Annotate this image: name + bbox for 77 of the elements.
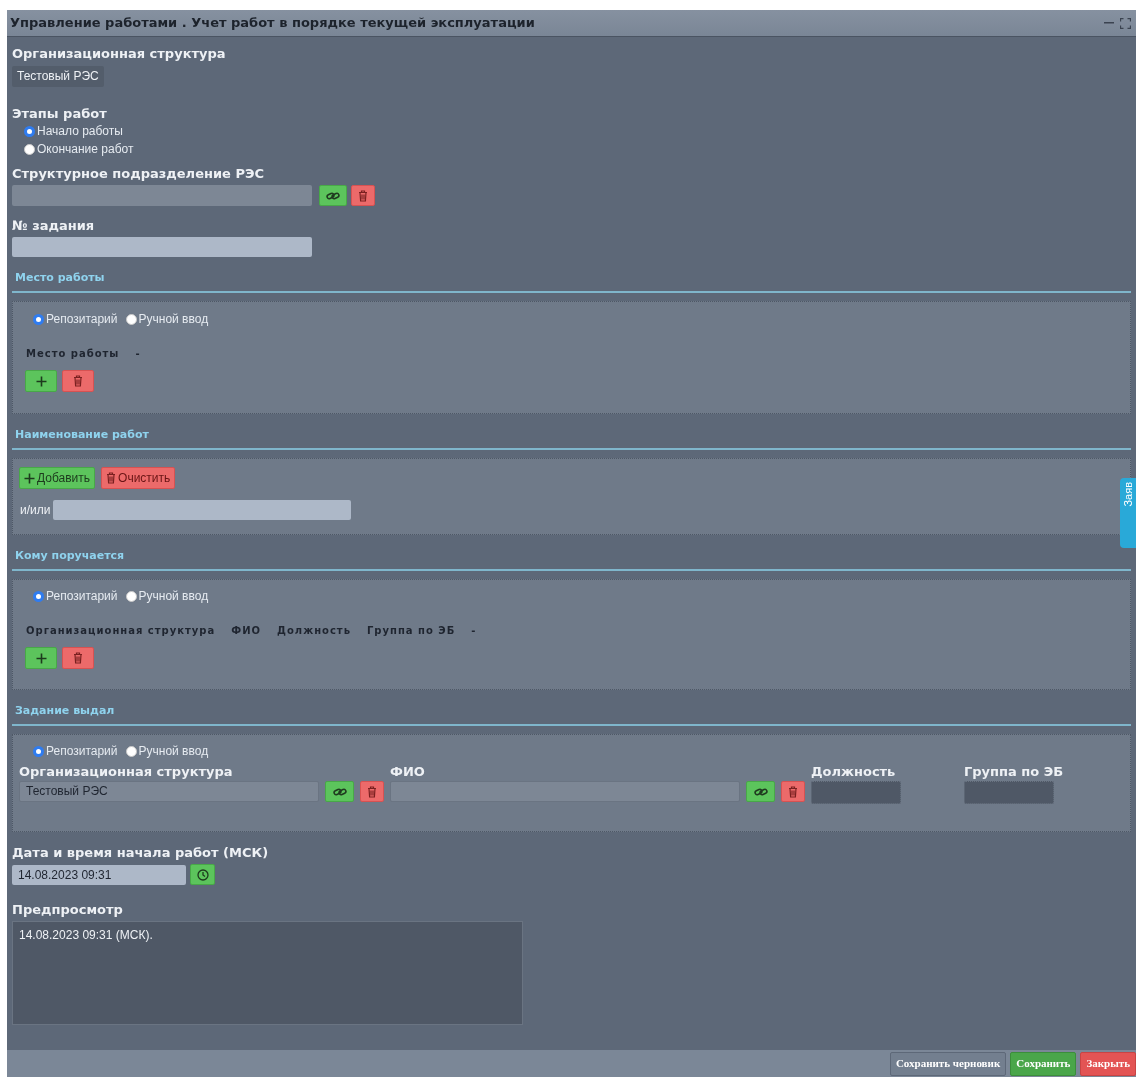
side-tab[interactable]: Заяв xyxy=(1120,478,1136,548)
link-button[interactable] xyxy=(325,781,354,802)
delete-button[interactable] xyxy=(360,781,384,802)
link-icon xyxy=(332,786,347,797)
radio-button[interactable] xyxy=(24,125,35,137)
plus-icon xyxy=(35,652,47,664)
section-title: Задание выдал xyxy=(14,704,116,718)
datetime-field[interactable]: 14.08.2023 09:31 xyxy=(12,864,186,885)
work-name-field[interactable] xyxy=(53,500,352,520)
radio-button[interactable] xyxy=(125,590,137,602)
radio-option[interactable]: Окончание работ xyxy=(24,142,1131,156)
field-label: Предпросмотр xyxy=(12,902,124,918)
preview-area: 14.08.2023 09:31 (МСК). xyxy=(12,921,523,1025)
column-header: Должность xyxy=(277,625,351,637)
section-title: Кому поручается xyxy=(14,549,126,563)
radio-option[interactable]: Начало работы xyxy=(24,124,1131,138)
delete-button[interactable] xyxy=(351,185,375,206)
task-number-field[interactable] xyxy=(12,237,312,257)
trash-icon xyxy=(367,785,377,798)
link-icon xyxy=(753,786,768,797)
add-button[interactable]: Добавить xyxy=(19,467,96,489)
add-button[interactable] xyxy=(25,370,57,392)
field-label: Организационная структура xyxy=(19,764,234,780)
subdivision-field[interactable] xyxy=(12,185,312,206)
field-label: Структурное подразделение РЭС xyxy=(12,166,265,182)
radio-button[interactable] xyxy=(125,313,137,325)
field-label: ФИО xyxy=(390,764,426,780)
time-picker-button[interactable] xyxy=(190,864,215,885)
trash-icon xyxy=(73,375,83,387)
clock-icon xyxy=(196,868,209,881)
footer-button[interactable]: Сохранить черновик xyxy=(889,1051,1007,1076)
section-title: Место работы xyxy=(14,271,106,285)
add-button[interactable] xyxy=(25,647,57,669)
link-button[interactable] xyxy=(746,781,775,802)
radio-option[interactable]: Ручной ввод xyxy=(125,312,209,326)
maximize-icon[interactable] xyxy=(1120,17,1131,29)
plus-icon xyxy=(35,375,47,387)
column-header: - xyxy=(135,348,141,360)
column-header: ФИО xyxy=(231,625,262,637)
radio-option[interactable]: Репозитарий xyxy=(33,744,118,758)
field-label: № задания xyxy=(12,218,96,234)
column-header: Группа по ЭБ xyxy=(366,625,456,637)
field-label: Дата и время начала работ (МСК) xyxy=(12,845,270,861)
field-label: Этапы работ xyxy=(12,106,108,122)
footer-button[interactable]: Закрыть xyxy=(1080,1051,1136,1076)
field-label: Должность xyxy=(811,764,897,780)
radio-option[interactable]: Репозитарий xyxy=(33,589,118,603)
trash-icon xyxy=(73,652,83,664)
or-label: и/или xyxy=(20,502,51,519)
radio-button[interactable] xyxy=(33,745,44,757)
radio-button[interactable] xyxy=(125,745,137,757)
radio-option[interactable]: Ручной ввод xyxy=(125,744,209,758)
trash-icon xyxy=(788,785,798,798)
column-header: Место работы xyxy=(26,348,120,360)
clear-button[interactable]: Очистить xyxy=(101,467,176,489)
trash-icon xyxy=(358,189,368,202)
lookup-field[interactable]: Тестовый РЭС xyxy=(19,781,319,802)
field-label: Организационная структура xyxy=(12,46,227,62)
delete-button[interactable] xyxy=(62,370,94,392)
org-structure-value: Тестовый РЭС xyxy=(12,66,104,87)
radio-button[interactable] xyxy=(33,313,44,325)
radio-option[interactable]: Ручной ввод xyxy=(125,589,209,603)
radio-button[interactable] xyxy=(33,590,44,602)
field-label: Группа по ЭБ xyxy=(964,764,1064,780)
plus-icon xyxy=(24,472,35,484)
column-header: Организационная структура xyxy=(26,625,216,637)
footer-button[interactable]: Сохранить xyxy=(1010,1051,1077,1076)
delete-button[interactable] xyxy=(62,647,94,669)
delete-button[interactable] xyxy=(781,781,805,802)
radio-button[interactable] xyxy=(24,143,35,155)
column-header: - xyxy=(471,625,477,637)
radio-option[interactable]: Репозитарий xyxy=(33,312,118,326)
window-title: Управление работами . Учет работ в порядке текущей эксплуатации xyxy=(10,14,535,33)
link-icon xyxy=(326,190,340,201)
section-title: Наименование работ xyxy=(14,428,150,442)
link-button[interactable] xyxy=(319,185,347,206)
trash-icon xyxy=(106,472,117,484)
